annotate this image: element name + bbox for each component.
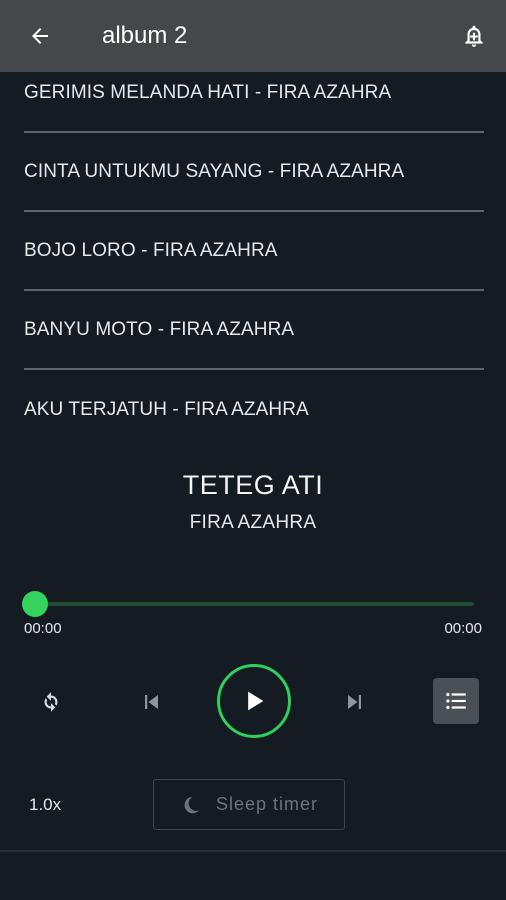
repeat-icon	[44, 692, 58, 712]
track-label: BOJO LORO - FIRA AZAHRA	[24, 239, 278, 261]
track-label: AKU TERJATUH - FIRA AZAHRA	[24, 398, 309, 420]
moon-icon	[184, 796, 200, 813]
seek-track	[32, 602, 474, 606]
track-label: BANYU MOTO - FIRA AZAHRA	[24, 318, 295, 340]
duration: 00:00	[444, 620, 482, 637]
page-title: album 2	[102, 22, 188, 49]
list-item[interactable]: BANYU MOTO - FIRA AZAHRA	[24, 291, 484, 370]
track-label: CINTA UNTUKMU SAYANG - FIRA AZAHRA	[24, 160, 405, 182]
play-icon	[248, 691, 264, 711]
current-time: 00:00	[24, 620, 62, 637]
list-item[interactable]: CINTA UNTUKMU SAYANG - FIRA AZAHRA	[24, 133, 484, 212]
now-playing-title: TETEG ATI	[182, 470, 324, 500]
next-button[interactable]	[334, 681, 376, 723]
app-bar: album 2	[0, 0, 506, 72]
seek-thumb[interactable]	[22, 591, 48, 617]
list-item[interactable]: BOJO LORO - FIRA AZAHRA	[24, 212, 484, 291]
playback-controls	[0, 662, 506, 740]
back-button[interactable]	[0, 0, 80, 72]
previous-button[interactable]	[130, 681, 172, 723]
sleep-timer-label: Sleep timer	[215, 794, 319, 814]
queue-list-icon	[446, 692, 466, 710]
queue-button[interactable]	[433, 678, 479, 724]
arrow-left-icon	[32, 28, 48, 44]
track-list: GERIMIS MELANDA HATI - FIRA AZAHRA CINTA…	[24, 72, 484, 449]
notification-button[interactable]	[456, 18, 492, 54]
divider	[0, 850, 506, 852]
playback-speed[interactable]: 1.0x	[29, 795, 61, 815]
play-button[interactable]	[217, 664, 291, 738]
list-item[interactable]: GERIMIS MELANDA HATI - FIRA AZAHRA	[24, 72, 484, 133]
skip-next-icon	[348, 695, 361, 709]
list-item[interactable]: AKU TERJATUH - FIRA AZAHRA	[24, 370, 484, 449]
seek-bar[interactable]	[22, 590, 474, 618]
repeat-button[interactable]	[30, 681, 72, 723]
skip-previous-icon	[145, 695, 158, 709]
sleep-timer-button[interactable]: Sleep timer	[153, 779, 345, 830]
track-label: GERIMIS MELANDA HATI - FIRA AZAHRA	[24, 82, 392, 103]
now-playing-artist: FIRA AZAHRA	[189, 512, 317, 533]
notification-add-icon	[465, 25, 483, 47]
